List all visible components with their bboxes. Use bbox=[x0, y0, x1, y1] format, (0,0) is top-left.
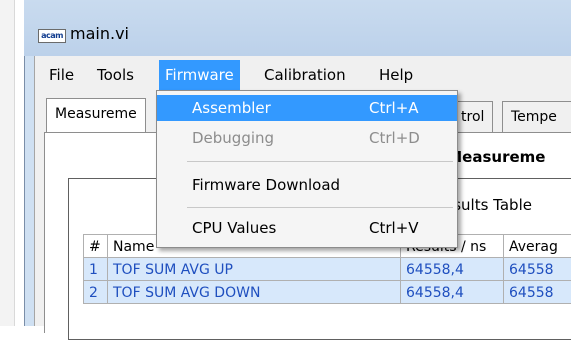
menu-separator bbox=[187, 161, 453, 162]
column-header-average[interactable]: Averag bbox=[503, 234, 571, 258]
menu-separator bbox=[187, 207, 453, 208]
table-cell-index[interactable]: 2 bbox=[83, 280, 108, 304]
tab-temperature[interactable]: Tempe bbox=[502, 101, 571, 132]
tab-measurement[interactable]: Measureme bbox=[46, 98, 146, 133]
menu-item-firmware-download[interactable]: Firmware Download bbox=[157, 172, 457, 198]
menu-item-label: Assembler bbox=[192, 99, 271, 117]
table-cell-average[interactable]: 64558 bbox=[503, 257, 571, 281]
table-cell-index[interactable]: 1 bbox=[83, 257, 108, 281]
table-cell-result[interactable]: 64558,4 bbox=[400, 280, 504, 304]
menu-file[interactable]: File bbox=[43, 60, 80, 90]
menu-item-cpu-values[interactable]: CPU Values Ctrl+V bbox=[157, 215, 457, 241]
column-header-index[interactable]: # bbox=[83, 234, 108, 258]
menu-item-shortcut: Ctrl+A bbox=[369, 99, 419, 117]
menu-item-label: CPU Values bbox=[192, 219, 277, 237]
client-edge bbox=[34, 56, 35, 326]
tab-control[interactable]: trol bbox=[452, 101, 494, 132]
menu-item-label: Debugging bbox=[192, 129, 275, 147]
menu-item-shortcut: Ctrl+D bbox=[369, 129, 420, 147]
table-cell-result[interactable]: 64558,4 bbox=[400, 257, 504, 281]
menu-item-assembler[interactable]: Assembler Ctrl+A bbox=[157, 95, 457, 121]
menu-item-debugging[interactable]: Debugging Ctrl+D bbox=[157, 125, 457, 151]
desktop-divider bbox=[14, 0, 15, 326]
menu-item-label: Firmware Download bbox=[192, 176, 341, 194]
menu-tools[interactable]: Tools bbox=[91, 60, 140, 90]
table-cell-name[interactable]: TOF SUM AVG DOWN bbox=[107, 280, 401, 304]
app-icon: acam bbox=[38, 29, 66, 43]
firmware-dropdown-menu: Assembler Ctrl+A Debugging Ctrl+D Firmwa… bbox=[156, 90, 458, 248]
menu-help[interactable]: Help bbox=[373, 60, 419, 90]
window-title: main.vi bbox=[70, 24, 129, 43]
menu-firmware[interactable]: Firmware bbox=[159, 60, 240, 90]
table-cell-average[interactable]: 64558 bbox=[503, 280, 571, 304]
menu-item-shortcut: Ctrl+V bbox=[369, 219, 419, 237]
desktop-background bbox=[0, 0, 14, 326]
table-cell-name[interactable]: TOF SUM AVG UP bbox=[107, 257, 401, 281]
menu-calibration[interactable]: Calibration bbox=[258, 60, 352, 90]
